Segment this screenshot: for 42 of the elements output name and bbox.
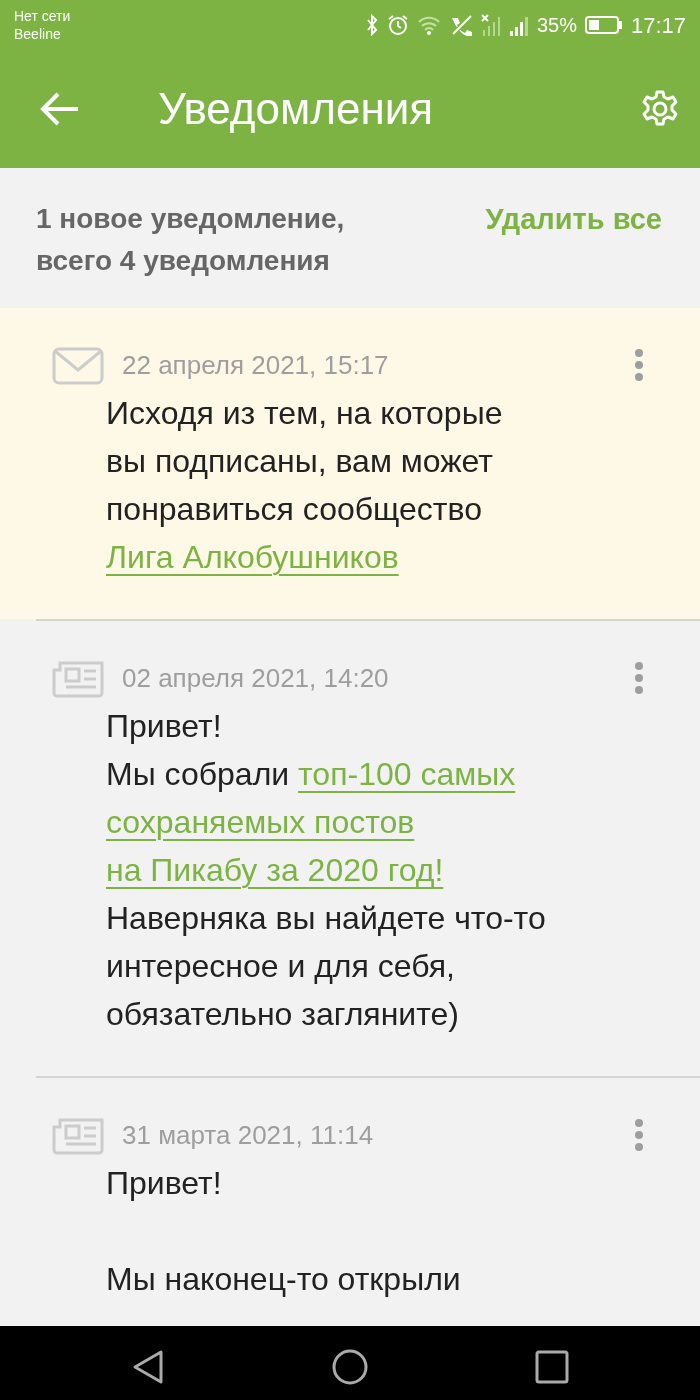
- notification-item[interactable]: 22 апреля 2021, 15:17 Исходя из тем, на которые вы подписаны, вам может понравиться сообщество Лига Алкобушников: [0, 308, 700, 619]
- recents-nav-icon[interactable]: [534, 1350, 569, 1384]
- signal-icon: [508, 14, 529, 36]
- carrier-name: Beeline: [14, 25, 62, 43]
- battery-icon: [584, 15, 623, 35]
- back-arrow-icon: [40, 91, 80, 127]
- network-status: Нет сети: [14, 7, 71, 25]
- more-vertical-icon: [634, 1118, 644, 1152]
- message-link[interactable]: на Пикабу за 2020 год!: [106, 852, 444, 888]
- clock-time: 17:17: [630, 11, 686, 40]
- delete-all-button[interactable]: Удалить все: [485, 198, 662, 240]
- message-text: Привет!: [106, 1164, 223, 1203]
- settings-icon: [640, 89, 680, 129]
- screen-title: Уведомления: [158, 83, 434, 135]
- notification-date: 31 марта 2021, 11:14: [122, 1119, 374, 1152]
- message-text: Исходя из тем, на которые вы подписаны, вам может понравиться сообщество Лига Алкобушников: [106, 394, 504, 577]
- message-link[interactable]: топ-100 самых: [298, 756, 516, 792]
- notification-item[interactable]: 02 апреля 2021, 14:20 Привет! Мы собрали топ-100 самых сохраняемых постов на Пикабу за 2020 год! Наверняка вы найдете что-то интересное и для себя, обязательно загляните): [36, 619, 700, 1076]
- newspaper-icon: [52, 659, 104, 698]
- back-button[interactable]: [40, 91, 80, 127]
- more-vertical-icon: [634, 661, 644, 695]
- notification-date: 22 апреля 2021, 15:17: [122, 349, 389, 382]
- more-button[interactable]: [634, 1118, 644, 1152]
- back-nav-icon[interactable]: [131, 1349, 166, 1385]
- battery-percent: 35%: [536, 13, 577, 38]
- message-text: Мы наконец-то открыли: [106, 1260, 462, 1299]
- newspaper-icon: [52, 1116, 104, 1155]
- more-button[interactable]: [634, 661, 644, 695]
- home-nav-icon[interactable]: [332, 1349, 368, 1385]
- no-signal-icon: [480, 14, 501, 36]
- message-link[interactable]: Лига Алкобушников: [106, 539, 399, 575]
- message-text: Привет! Мы собрали топ-100 самых сохраняемых постов на Пикабу за 2020 год! Наверняка вы найдете что-то интересное и для себя, обязательно загляните): [106, 707, 547, 1034]
- message-link[interactable]: сохраняемых постов: [106, 804, 415, 840]
- bluetooth-icon: [364, 14, 379, 36]
- wifi-icon: [416, 15, 441, 35]
- settings-button[interactable]: [640, 89, 680, 129]
- envelope-icon: [52, 346, 104, 385]
- alarm-icon: [386, 14, 409, 36]
- notification-date: 02 апреля 2021, 14:20: [122, 662, 389, 695]
- more-button[interactable]: [634, 348, 644, 382]
- more-vertical-icon: [634, 348, 644, 382]
- notification-count: 1 новое уведомление, всего 4 уведомления: [36, 202, 345, 278]
